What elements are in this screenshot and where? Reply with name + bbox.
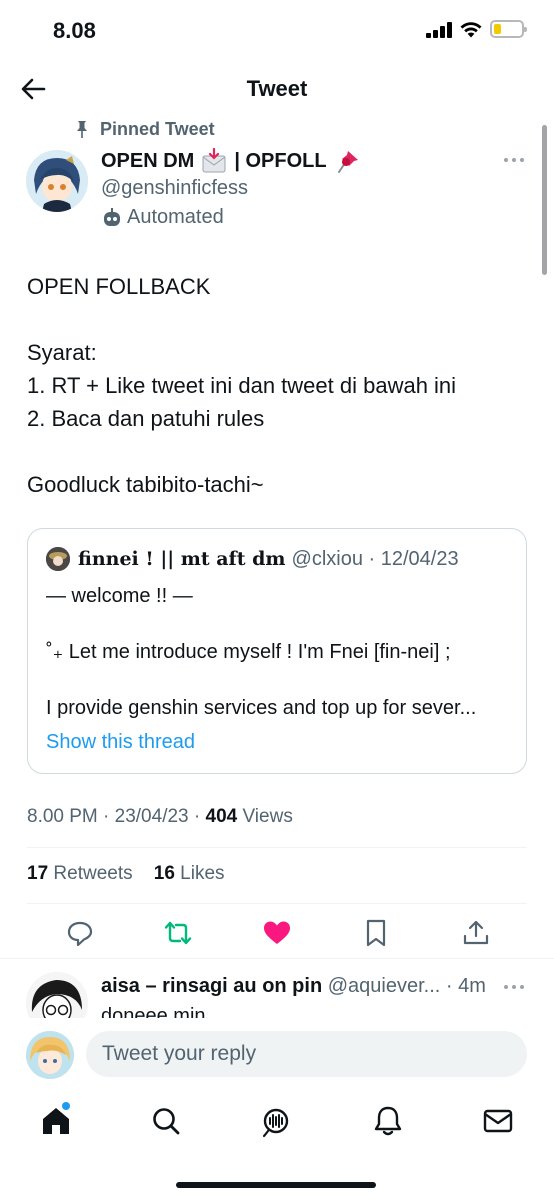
likes-stat[interactable]: 16 Likes — [154, 863, 225, 884]
inbox-tray-emoji-icon — [200, 147, 228, 174]
author-handle[interactable]: @genshinficfess — [101, 177, 248, 200]
home-indicator — [176, 1182, 376, 1188]
quote-header: finnei ! || mt aft dm @clxiou · 12/04/23 — [46, 547, 459, 571]
notifications-icon[interactable] — [371, 1104, 405, 1138]
home-notification-dot — [62, 1102, 70, 1110]
author-avatar[interactable] — [26, 150, 88, 212]
pinned-label: Pinned Tweet — [72, 118, 215, 140]
header: Tweet — [0, 66, 554, 112]
retweets-stat[interactable]: 17 Retweets — [27, 863, 133, 884]
reply-more-options-icon[interactable] — [504, 985, 526, 993]
tweet-line: 1. RT + Like tweet ini dan tweet di bawa… — [27, 373, 457, 398]
battery-icon — [490, 20, 527, 38]
reply-compose-bar — [0, 1018, 554, 1090]
author-name-text: OPEN DM — [101, 149, 195, 172]
reply-header: aisa – rinsagi au on pin @aquiever... · … — [101, 975, 486, 998]
show-thread-link[interactable]: Show this thread — [46, 731, 195, 754]
pinned-text: Pinned Tweet — [100, 118, 215, 139]
divider — [27, 903, 527, 904]
quote-line: — welcome !! — — [46, 585, 193, 607]
engagement-counts: 17 Retweets 16 Likes — [27, 863, 225, 885]
reply-input[interactable] — [86, 1031, 527, 1077]
likes-label: Likes — [180, 863, 225, 884]
likes-count: 16 — [153, 863, 175, 884]
divider — [27, 847, 527, 848]
author-name[interactable]: OPEN DM | OPFOLL — [101, 147, 361, 174]
user-avatar[interactable] — [26, 1031, 74, 1079]
retweet-icon[interactable] — [163, 918, 193, 948]
timestamp-text: 8.00 PM · 23/04/23 · — [27, 806, 206, 827]
quoted-tweet[interactable]: finnei ! || mt aft dm @clxiou · 12/04/23… — [27, 528, 527, 774]
quote-line: ˚₊ Let me introduce myself ! I'm Fnei [f… — [46, 641, 451, 663]
like-icon[interactable] — [262, 918, 292, 948]
divider — [0, 958, 554, 959]
robot-icon — [104, 207, 120, 226]
status-time: 8.08 — [53, 18, 96, 43]
quote-avatar — [46, 547, 70, 571]
retweets-count: 17 — [27, 863, 49, 884]
tweet-line — [27, 303, 527, 336]
tweet-line: Syarat: — [27, 340, 97, 365]
status-bar: 8.08 — [0, 0, 554, 62]
retweets-label: Retweets — [53, 863, 133, 884]
views-label: Views — [237, 806, 293, 827]
reply-icon[interactable] — [65, 918, 95, 948]
signal-icon — [426, 22, 452, 38]
bottom-navigation — [0, 1090, 554, 1200]
wifi-icon — [460, 22, 482, 38]
bookmark-icon[interactable] — [361, 918, 391, 948]
share-icon[interactable] — [461, 918, 491, 948]
tweet-line: OPEN FOLLBACK — [27, 274, 211, 299]
search-icon[interactable] — [149, 1104, 183, 1138]
tweet-actions — [0, 918, 554, 948]
scrollbar[interactable] — [542, 125, 547, 275]
quote-line: I provide genshin services and top up fo… — [46, 697, 477, 719]
tweet-timestamp: 8.00 PM · 23/04/23 · 404 Views — [27, 806, 293, 828]
tweet-line: 2. Baca dan patuhi rules — [27, 406, 265, 431]
quote-author-name: finnei ! || mt aft dm — [78, 548, 286, 570]
reply-handle-time: @aquiever... · 4m — [327, 975, 486, 997]
quote-handle-date: @clxiou · 12/04/23 — [291, 547, 459, 570]
author-name-suffix: | OPFOLL — [234, 149, 327, 172]
messages-icon[interactable] — [481, 1104, 515, 1138]
tweet-text: OPEN FOLLBACK Syarat: 1. RT + Like tweet… — [27, 270, 527, 501]
tweet-line: Goodluck tabibito-tachi~ — [27, 472, 264, 497]
spaces-icon[interactable] — [259, 1104, 293, 1138]
reply-author-name[interactable]: aisa – rinsagi au on pin — [101, 975, 322, 997]
automated-text: Automated — [127, 206, 224, 228]
views-count: 404 — [205, 806, 238, 827]
page-title: Tweet — [246, 76, 308, 101]
pin-icon — [77, 121, 87, 138]
tweet-line — [27, 435, 527, 468]
automated-label: Automated — [101, 206, 224, 229]
more-options-icon[interactable] — [504, 158, 526, 166]
pushpin-emoji-icon — [333, 148, 361, 174]
